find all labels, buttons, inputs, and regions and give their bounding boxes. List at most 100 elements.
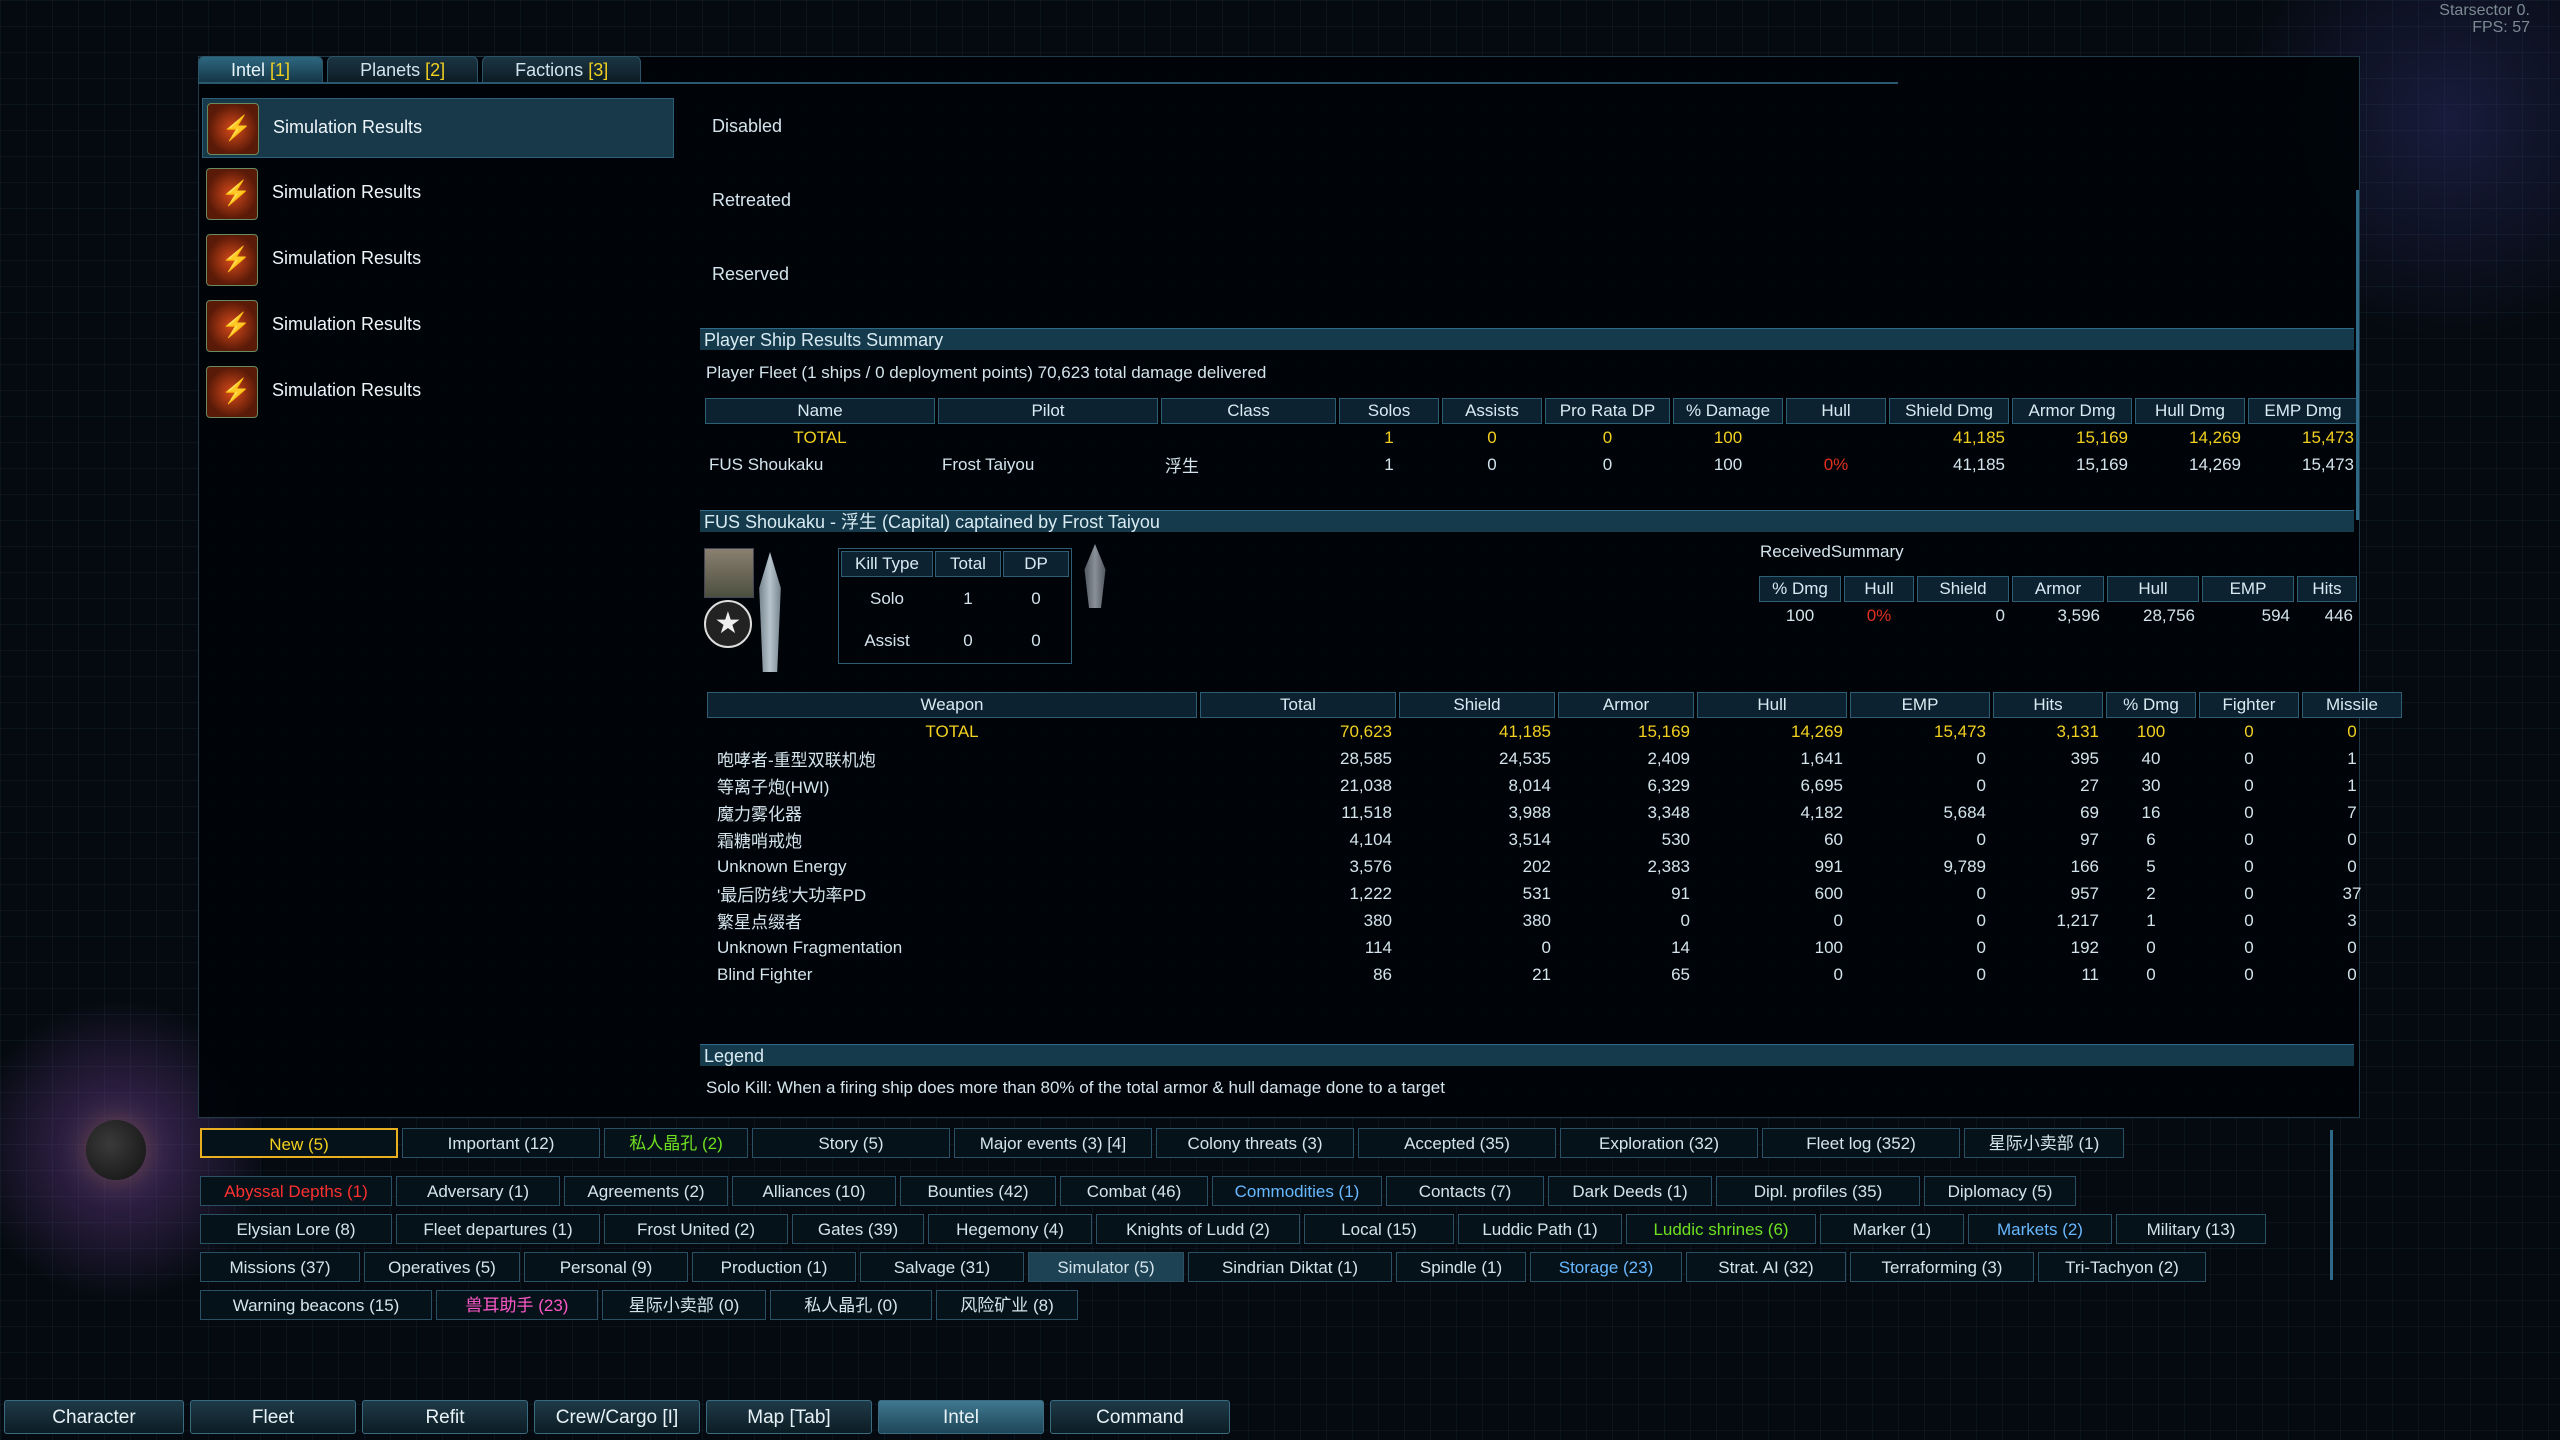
tab-planets[interactable]: Planets [2]	[327, 56, 479, 83]
received-summary-title: ReceivedSummary	[1760, 542, 1904, 561]
col-class: Class	[1161, 398, 1336, 424]
filter-button[interactable]: Story (5)	[752, 1128, 950, 1158]
filter-button[interactable]: Adversary (1)	[396, 1176, 560, 1206]
filter-button[interactable]: Colony threats (3)	[1156, 1128, 1354, 1158]
filter-button[interactable]: 星际小卖部 (0)	[602, 1290, 766, 1320]
intel-item-simulation-results[interactable]: Simulation Results	[202, 164, 672, 222]
filter-button[interactable]: Dark Deeds (1)	[1548, 1176, 1712, 1206]
intel-item-simulation-results[interactable]: Simulation Results	[202, 296, 672, 354]
nav-map[interactable]: Map [Tab]	[706, 1400, 872, 1434]
filter-button[interactable]: Elysian Lore (8)	[200, 1214, 392, 1244]
legend-text: Solo Kill: When a firing ship does more …	[706, 1078, 1445, 1097]
filter-button[interactable]: Abyssal Depths (1)	[200, 1176, 392, 1206]
col-solos: Solos	[1339, 398, 1439, 424]
col-weapon-shield: Shield	[1399, 692, 1555, 718]
filter-button[interactable]: Missions (37)	[200, 1252, 360, 1282]
filter-button[interactable]: Alliances (10)	[732, 1176, 896, 1206]
filter-button[interactable]: Tri-Tachyon (2)	[2038, 1252, 2206, 1282]
filter-button[interactable]: Luddic shrines (6)	[1626, 1214, 1816, 1244]
filter-button[interactable]: Combat (46)	[1060, 1176, 1208, 1206]
col-percent-damage: % Damage	[1673, 398, 1783, 424]
filter-button[interactable]: Personal (9)	[524, 1252, 688, 1282]
weapon-row: 霜糖哨戒炮 4,104 3,514 530 60 0 97 6 0 0	[717, 829, 2357, 852]
filter-button[interactable]: Markets (2)	[1968, 1214, 2112, 1244]
col-hull-dmg: Hull Dmg	[2135, 398, 2245, 424]
filter-button[interactable]: Local (15)	[1304, 1214, 1454, 1244]
intel-item-simulation-results[interactable]: Simulation Results	[202, 230, 672, 288]
col-weapon-total: Total	[1200, 692, 1396, 718]
nav-command[interactable]: Command	[1050, 1400, 1230, 1434]
filter-button[interactable]: New (5)	[200, 1128, 398, 1158]
nav-fleet[interactable]: Fleet	[190, 1400, 356, 1434]
filter-button[interactable]: Warning beacons (15)	[200, 1290, 432, 1320]
filter-button[interactable]: Frost United (2)	[604, 1214, 788, 1244]
col-received-emp: EMP	[2202, 576, 2294, 602]
filter-button[interactable]: Strat. AI (32)	[1686, 1252, 1846, 1282]
tab-intel[interactable]: Intel [1]	[198, 56, 324, 83]
col-armor-dmg: Armor Dmg	[2012, 398, 2132, 424]
intel-item-label: Simulation Results	[272, 248, 422, 268]
filter-button[interactable]: Bounties (42)	[900, 1176, 1056, 1206]
intel-item-simulation-results[interactable]: Simulation Results	[202, 98, 674, 158]
col-received-shield: Shield	[1917, 576, 2009, 602]
col-hull: Hull	[1786, 398, 1886, 424]
intel-item-label: Simulation Results	[272, 182, 422, 202]
filter-button[interactable]: Gates (39)	[792, 1214, 924, 1244]
filter-button[interactable]: Production (1)	[692, 1252, 856, 1282]
filter-button[interactable]: Fleet departures (1)	[396, 1214, 600, 1244]
filter-button[interactable]: Exploration (32)	[1560, 1128, 1758, 1158]
filter-button[interactable]: Simulator (5)	[1028, 1252, 1184, 1282]
filter-button[interactable]: 风险矿业 (8)	[936, 1290, 1078, 1320]
game-title-text: Starsector 0.	[2439, 2, 2530, 19]
col-received-hits: Hits	[2297, 576, 2357, 602]
filter-button[interactable]: Knights of Ludd (2)	[1096, 1214, 1300, 1244]
filter-button[interactable]: Contacts (7)	[1386, 1176, 1544, 1206]
simulation-icon	[206, 168, 258, 220]
filter-button[interactable]: 兽耳助手 (23)	[436, 1290, 598, 1320]
filter-button[interactable]: Military (13)	[2116, 1214, 2266, 1244]
filter-button[interactable]: Terraforming (3)	[1850, 1252, 2034, 1282]
filter-button[interactable]: Marker (1)	[1820, 1214, 1964, 1244]
filter-button[interactable]: Hegemony (4)	[928, 1214, 1092, 1244]
col-weapon-missile: Missile	[2302, 692, 2402, 718]
filter-button[interactable]: Major events (3) [4]	[954, 1128, 1152, 1158]
filter-button[interactable]: Important (12)	[402, 1128, 600, 1158]
intel-item-label: Simulation Results	[272, 380, 422, 400]
filter-scrollbar[interactable]	[2330, 1130, 2333, 1280]
filter-button[interactable]: 私人晶孔 (2)	[604, 1128, 748, 1158]
nav-refit[interactable]: Refit	[362, 1400, 528, 1434]
summary-total-row: TOTAL 1 0 0 100 41,185 15,169 14,269 15,…	[793, 427, 2354, 447]
status-disabled: Disabled	[712, 116, 783, 136]
filter-button[interactable]: Accepted (35)	[1358, 1128, 1556, 1158]
nav-intel[interactable]: Intel	[878, 1400, 1044, 1434]
filter-button[interactable]: Dipl. profiles (35)	[1716, 1176, 1920, 1206]
detail-scrollbar[interactable]	[2356, 190, 2359, 520]
intel-item-simulation-results[interactable]: Simulation Results	[202, 362, 672, 420]
filter-button[interactable]: Salvage (31)	[860, 1252, 1024, 1282]
filter-button[interactable]: Sindrian Diktat (1)	[1188, 1252, 1392, 1282]
received-summary-table: % Dmg Hull Shield Armor Hull EMP Hits 10…	[1756, 576, 2360, 629]
filter-button[interactable]: Storage (23)	[1530, 1252, 1682, 1282]
weapon-row: Unknown Fragmentation 114 0 14 100 0 192 0 0 0	[717, 937, 2357, 957]
star-rank-icon: ★	[704, 600, 752, 648]
nav-character[interactable]: Character	[4, 1400, 184, 1434]
filter-button[interactable]: 私人晶孔 (0)	[770, 1290, 932, 1320]
filter-button[interactable]: Luddic Path (1)	[1458, 1214, 1622, 1244]
kill-row-solo: Solo 1 0	[869, 589, 1041, 608]
filter-button[interactable]: Diplomacy (5)	[1924, 1176, 2076, 1206]
col-assists: Assists	[1442, 398, 1542, 424]
fps-label: FPS:	[2472, 19, 2508, 36]
filter-button[interactable]: 星际小卖部 (1)	[1964, 1128, 2124, 1158]
col-received-pct-dmg: % Dmg	[1759, 576, 1841, 602]
weapon-row: Unknown Energy 3,576 202 2,383 991 9,789 166 5 0…	[717, 856, 2357, 876]
filter-button[interactable]: Fleet log (352)	[1762, 1128, 1960, 1158]
filter-button[interactable]: Operatives (5)	[364, 1252, 520, 1282]
col-pilot: Pilot	[938, 398, 1158, 424]
filter-button[interactable]: Agreements (2)	[564, 1176, 728, 1206]
kill-row-assist: Assist 0 0	[864, 631, 1041, 650]
weapon-row: 魔力雾化器 11,518 3,988 3,348 4,182 5,684 69 16 0 7	[717, 802, 2357, 825]
tab-factions[interactable]: Factions [3]	[482, 56, 642, 83]
filter-button[interactable]: Commodities (1)	[1212, 1176, 1382, 1206]
nav-crew-cargo[interactable]: Crew/Cargo [I]	[534, 1400, 700, 1434]
filter-button[interactable]: Spindle (1)	[1396, 1252, 1526, 1282]
